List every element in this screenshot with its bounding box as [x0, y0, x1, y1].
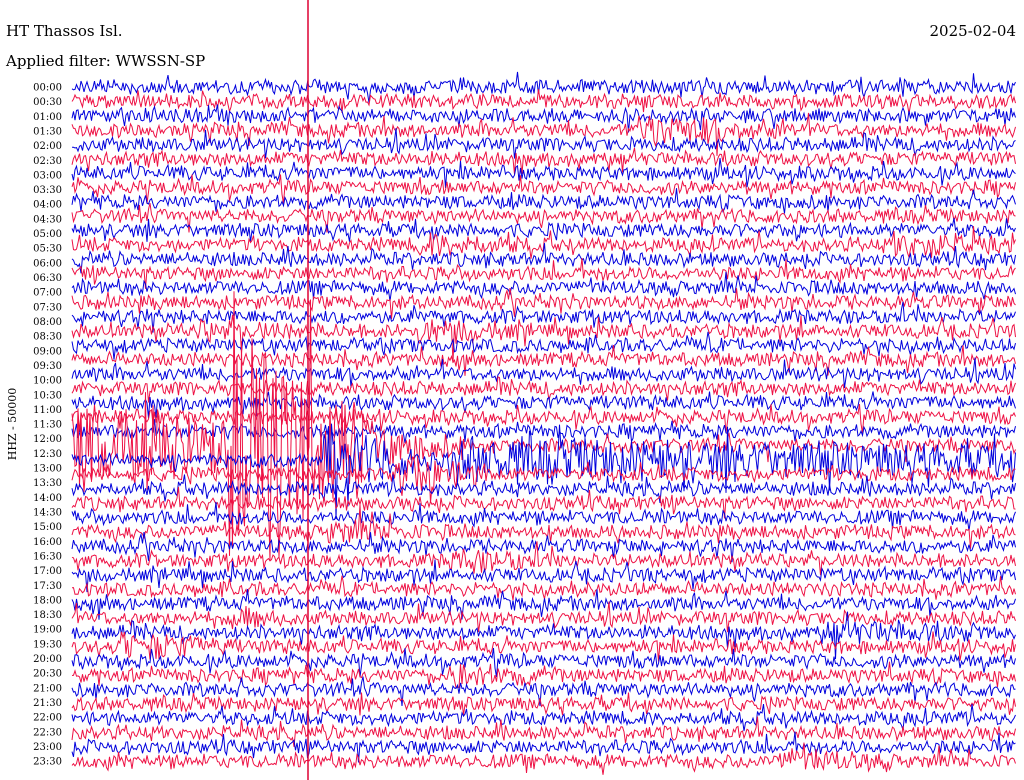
tick-label: 17:30: [33, 581, 62, 592]
trace-row: [71, 589, 1016, 620]
tick-label: 17:00: [33, 566, 62, 577]
tick-label: 19:30: [33, 639, 62, 650]
tick-label: 05:30: [33, 244, 62, 255]
helicorder-chart: HT Thassos Isl. 2025-02-04 Applied filte…: [5, 0, 1016, 780]
tick-label: 21:00: [33, 683, 62, 694]
tick-label: 10:30: [33, 390, 62, 401]
tick-label: 03:00: [33, 170, 62, 181]
trace-row: [71, 217, 1016, 242]
tick-label: 12:00: [33, 434, 62, 445]
tick-label: 14:30: [33, 508, 62, 519]
tick-label: 13:30: [33, 478, 62, 489]
tick-label: 08:30: [33, 332, 62, 343]
seismic-traces: [71, 71, 1016, 775]
time-tick-labels: 00:00 00:30 01:00 01:30 02:00 02:30 03:00 03:30…: [33, 83, 62, 768]
tick-label: 10:00: [33, 376, 62, 387]
tick-label: 16:00: [33, 537, 62, 548]
tick-label: 18:00: [33, 595, 62, 606]
tick-label: 07:30: [33, 302, 62, 313]
tick-label: 13:00: [33, 464, 62, 475]
tick-label: 08:00: [33, 317, 62, 328]
station-title: HT Thassos Isl.: [6, 22, 123, 40]
tick-label: 19:00: [33, 625, 62, 636]
tick-label: 20:30: [33, 669, 62, 680]
trace-row: [71, 703, 1016, 732]
tick-label: 14:00: [33, 493, 62, 504]
tick-label: 16:30: [33, 551, 62, 562]
trace-row: [71, 188, 1016, 214]
tick-label: 09:00: [33, 346, 62, 357]
tick-label: 09:30: [33, 361, 62, 372]
trace-row: [71, 692, 1016, 716]
tick-label: 15:00: [33, 522, 62, 533]
tick-label: 11:30: [33, 420, 62, 431]
tick-label: 03:30: [33, 185, 62, 196]
tick-label: 00:00: [33, 83, 62, 94]
tick-label: 00:30: [33, 97, 62, 108]
y-axis-label: HHZ - 50000: [6, 388, 19, 461]
tick-label: 06:00: [33, 258, 62, 269]
tick-label: 04:30: [33, 214, 62, 225]
tick-label: 18:30: [33, 610, 62, 621]
tick-label: 01:00: [33, 112, 62, 123]
tick-label: 12:30: [33, 449, 62, 460]
tick-label: 05:00: [33, 229, 62, 240]
tick-label: 01:30: [33, 126, 62, 137]
tick-label: 23:30: [33, 757, 62, 768]
trace-row: [71, 504, 1016, 549]
tick-label: 02:30: [33, 156, 62, 167]
tick-label: 06:30: [33, 273, 62, 284]
tick-label: 02:00: [33, 141, 62, 152]
tick-label: 23:00: [33, 742, 62, 753]
filter-label: Applied filter: WWSSN-SP: [5, 52, 205, 70]
trace-row: [71, 601, 1016, 633]
tick-label: 07:00: [33, 288, 62, 299]
tick-label: 22:30: [33, 727, 62, 738]
date-label: 2025-02-04: [930, 22, 1016, 40]
tick-label: 11:00: [33, 405, 62, 416]
tick-label: 04:00: [33, 200, 62, 211]
tick-label: 21:30: [33, 698, 62, 709]
tick-label: 22:00: [33, 713, 62, 724]
tick-label: 20:00: [33, 654, 62, 665]
